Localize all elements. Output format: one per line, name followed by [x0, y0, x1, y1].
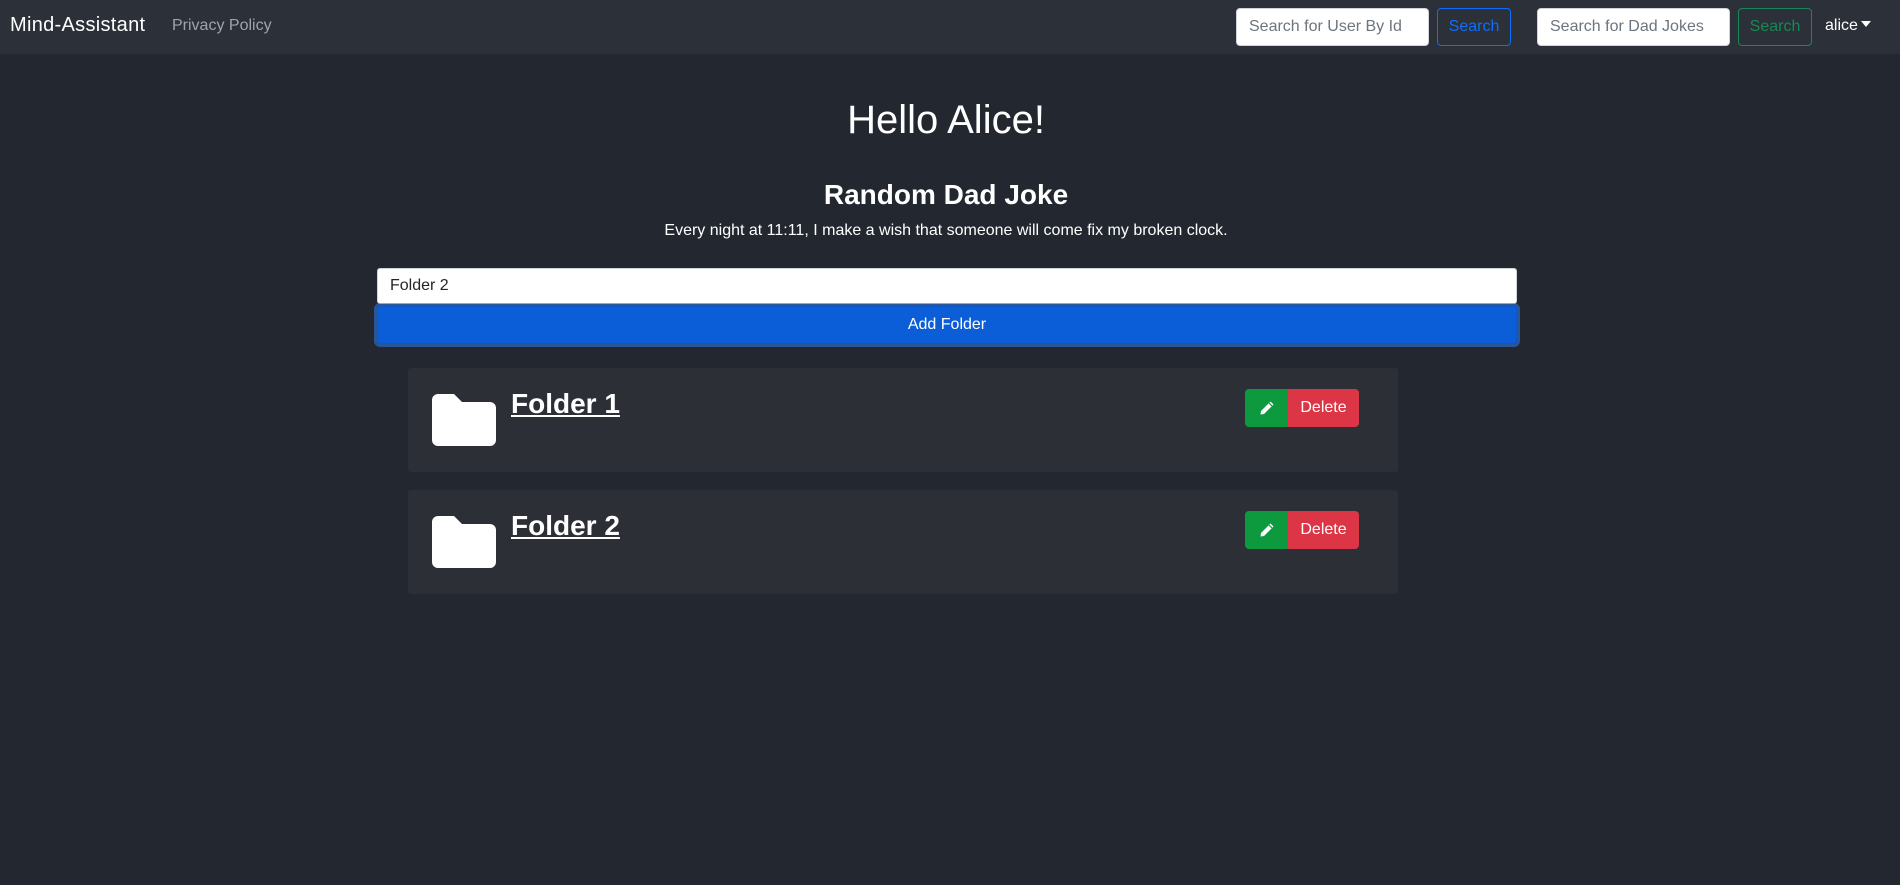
folder-icon: [432, 394, 496, 446]
user-id-search-input[interactable]: [1236, 8, 1429, 46]
privacy-policy-link[interactable]: Privacy Policy: [172, 17, 272, 35]
add-folder-button[interactable]: Add Folder: [377, 306, 1517, 344]
user-dropdown[interactable]: alice: [1825, 17, 1871, 35]
folder-card: Folder 2 Delete: [408, 490, 1398, 594]
delete-folder-button[interactable]: Delete: [1288, 389, 1359, 427]
dad-joke-search-input[interactable]: [1537, 8, 1730, 46]
folder-icon: [432, 516, 496, 568]
folder-name-link[interactable]: Folder 2: [511, 510, 620, 542]
joke-search-button[interactable]: Search: [1738, 8, 1812, 46]
folder-name-link[interactable]: Folder 1: [511, 388, 620, 420]
folder-name-input[interactable]: [377, 268, 1517, 304]
edit-folder-button[interactable]: [1245, 511, 1288, 549]
navbar: Mind-Assistant Privacy Policy Search Sea…: [0, 0, 1900, 54]
user-search-button[interactable]: Search: [1437, 8, 1511, 46]
brand-link[interactable]: Mind-Assistant: [10, 14, 145, 37]
greeting-heading: Hello Alice!: [847, 98, 1045, 142]
folder-card: Folder 1 Delete: [408, 368, 1398, 472]
joke-text: Every night at 11:11, I make a wish that…: [664, 222, 1228, 239]
user-menu-label: alice: [1825, 17, 1858, 34]
pencil-icon: [1260, 523, 1273, 537]
joke-title: Random Dad Joke: [823, 179, 1069, 210]
caret-down-icon: [1860, 21, 1871, 27]
pencil-icon: [1260, 401, 1273, 415]
delete-folder-button[interactable]: Delete: [1288, 511, 1359, 549]
edit-folder-button[interactable]: [1245, 389, 1288, 427]
